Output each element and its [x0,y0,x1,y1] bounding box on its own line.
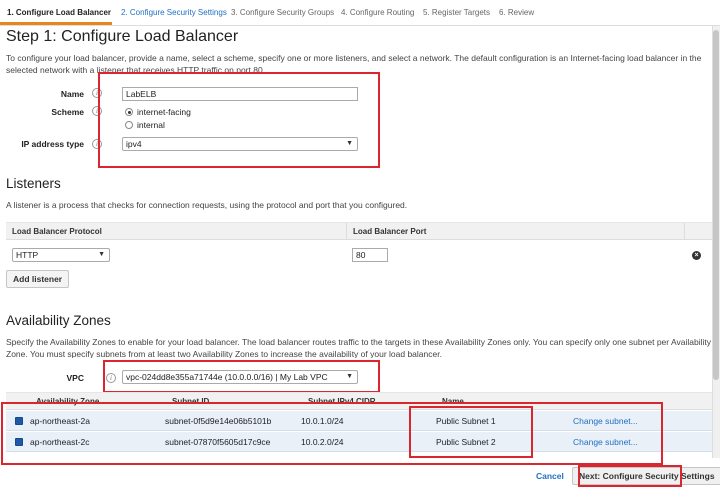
port-input[interactable]: 80 [352,248,388,262]
highlight-subnet-names [409,406,533,458]
wizard-step-1[interactable]: 1. Configure Load Balancer [7,8,111,17]
highlight-az-rows [1,402,663,465]
wizard-step-6[interactable]: 6. Review [499,8,534,17]
wizard-step-2[interactable]: 2. Configure Security Settings [121,8,227,17]
listeners-title: Listeners [6,176,61,191]
column-divider [346,223,347,239]
protocol-column-header: Load Balancer Protocol [12,227,102,236]
highlight-next-button [578,465,682,487]
cancel-button[interactable]: Cancel [536,471,564,481]
chevron-down-icon: ▼ [98,251,105,258]
wizard-steps: 1. Configure Load Balancer 2. Configure … [0,0,720,26]
listeners-table-header: Load Balancer Protocol Load Balancer Por… [6,222,712,240]
protocol-value: HTTP [16,250,39,260]
vpc-label: VPC [66,373,84,383]
intro-text: To configure your load balancer, provide… [6,53,702,74]
column-divider [684,223,685,239]
wizard-step-5[interactable]: 5. Register Targets [423,8,490,17]
scheme-label: Scheme [51,107,84,117]
availability-zones-description: Specify the Availability Zones to enable… [6,337,711,358]
wizard-step-3[interactable]: 3. Configure Security Groups [231,8,334,17]
port-column-header: Load Balancer Port [353,227,427,236]
protocol-select[interactable]: HTTP ▼ [12,248,110,262]
scrollbar-thumb[interactable] [713,30,719,380]
wizard-step-4[interactable]: 4. Configure Routing [341,8,414,17]
ip-address-type-label: IP address type [21,139,84,149]
availability-zones-title: Availability Zones [6,313,111,328]
highlight-basic-config [98,72,380,168]
remove-listener-icon[interactable]: × [692,251,701,260]
page-title: Step 1: Configure Load Balancer [6,28,239,45]
active-step-indicator [0,22,112,25]
name-label: Name [60,89,84,99]
listeners-description: A listener is a process that checks for … [6,200,408,210]
add-listener-button[interactable]: Add listener [6,270,70,288]
highlight-vpc [103,360,380,393]
